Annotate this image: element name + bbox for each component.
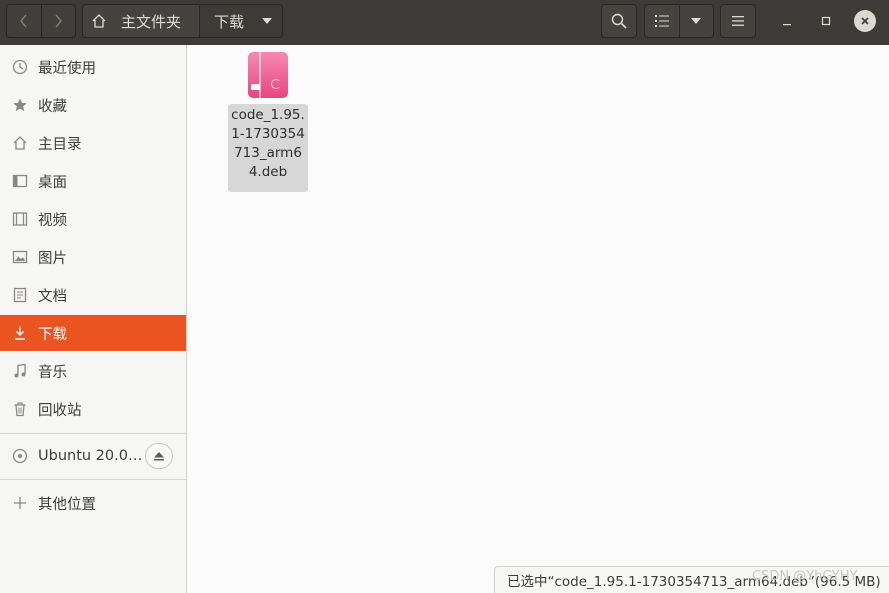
back-button[interactable] — [7, 5, 41, 37]
maximize-icon — [821, 16, 831, 26]
sidebar-item-label: 下载 — [38, 326, 67, 343]
search-icon — [611, 13, 627, 29]
eject-button[interactable] — [145, 443, 173, 469]
deb-package-icon — [248, 52, 288, 98]
sidebar-divider — [0, 479, 186, 480]
sidebar: 最近使用 收藏 主目录 桌面 视频 图片 文档 下载 音乐 回收站 Ubuntu… — [0, 45, 187, 593]
sidebar-item-music[interactable]: 音乐 — [0, 353, 186, 389]
caret-down-icon — [262, 18, 273, 24]
close-button[interactable] — [854, 10, 876, 32]
list-view-button[interactable] — [645, 5, 679, 37]
view-options-dropdown[interactable] — [678, 5, 713, 37]
sidebar-divider — [0, 433, 186, 434]
desktop-icon — [12, 173, 28, 189]
trash-icon — [12, 401, 28, 417]
list-view-icon — [654, 15, 669, 27]
sidebar-item-device[interactable]: Ubuntu 20.0… — [0, 438, 143, 474]
path-bar: 主文件夹 下载 — [82, 4, 283, 38]
sidebar-item-label: 视频 — [38, 212, 67, 229]
watermark: CSDN @YhGYHY — [752, 569, 858, 584]
path-current-label: 下载 — [214, 12, 245, 31]
sidebar-item-other-locations[interactable]: 其他位置 — [0, 485, 186, 521]
sidebar-item-label: 回收站 — [38, 402, 82, 419]
music-icon — [12, 363, 28, 379]
sidebar-item-videos[interactable]: 视频 — [0, 201, 186, 237]
sidebar-item-starred[interactable]: 收藏 — [0, 87, 186, 123]
file-name: code_1.95.1-1730354713_arm64.deb — [228, 104, 308, 192]
sidebar-item-label: 最近使用 — [38, 60, 96, 77]
clock-icon — [12, 59, 28, 75]
sidebar-item-pictures[interactable]: 图片 — [0, 239, 186, 275]
chevron-right-icon — [55, 14, 63, 28]
forward-button[interactable] — [40, 5, 75, 37]
sidebar-item-label: 桌面 — [38, 174, 67, 191]
home-icon — [92, 14, 106, 28]
plus-icon — [12, 495, 28, 511]
hamburger-menu-icon — [732, 16, 744, 26]
disc-icon — [12, 448, 28, 464]
minimize-icon — [783, 24, 791, 26]
path-current-button[interactable]: 下载 — [199, 5, 282, 37]
sidebar-item-home[interactable]: 主目录 — [0, 125, 186, 161]
document-icon — [12, 287, 28, 303]
sidebar-item-trash[interactable]: 回收站 — [0, 391, 186, 427]
picture-icon — [12, 249, 28, 265]
path-home-button[interactable]: 主文件夹 — [83, 5, 199, 37]
close-icon — [861, 17, 869, 25]
sidebar-item-recent[interactable]: 最近使用 — [0, 49, 186, 85]
path-home-label: 主文件夹 — [121, 12, 182, 31]
eject-icon — [154, 452, 164, 461]
sidebar-item-label: 其他位置 — [38, 496, 96, 513]
sidebar-item-downloads[interactable]: 下载 — [0, 315, 186, 351]
minimize-button[interactable] — [776, 10, 798, 32]
navigation-buttons — [6, 4, 76, 38]
caret-down-icon — [691, 18, 702, 24]
header-bar: 主文件夹 下载 — [0, 0, 889, 45]
sidebar-item-label: Ubuntu 20.0… — [38, 448, 143, 464]
download-icon — [12, 325, 28, 341]
sidebar-item-label: 文档 — [38, 288, 67, 305]
chevron-left-icon — [20, 14, 27, 28]
sidebar-item-documents[interactable]: 文档 — [0, 277, 186, 313]
maximize-button[interactable] — [815, 10, 837, 32]
file-view[interactable]: code_1.95.1-1730354713_arm64.deb — [188, 45, 889, 593]
sidebar-item-label: 主目录 — [38, 136, 82, 153]
search-button[interactable] — [601, 4, 637, 38]
view-mode-group — [644, 4, 714, 38]
menu-button[interactable] — [720, 4, 756, 38]
sidebar-item-desktop[interactable]: 桌面 — [0, 163, 186, 199]
home-icon — [12, 135, 28, 151]
sidebar-item-label: 收藏 — [38, 98, 67, 115]
sidebar-item-label: 音乐 — [38, 364, 67, 381]
star-icon — [12, 97, 28, 113]
video-icon — [12, 211, 28, 227]
sidebar-item-label: 图片 — [38, 250, 67, 267]
